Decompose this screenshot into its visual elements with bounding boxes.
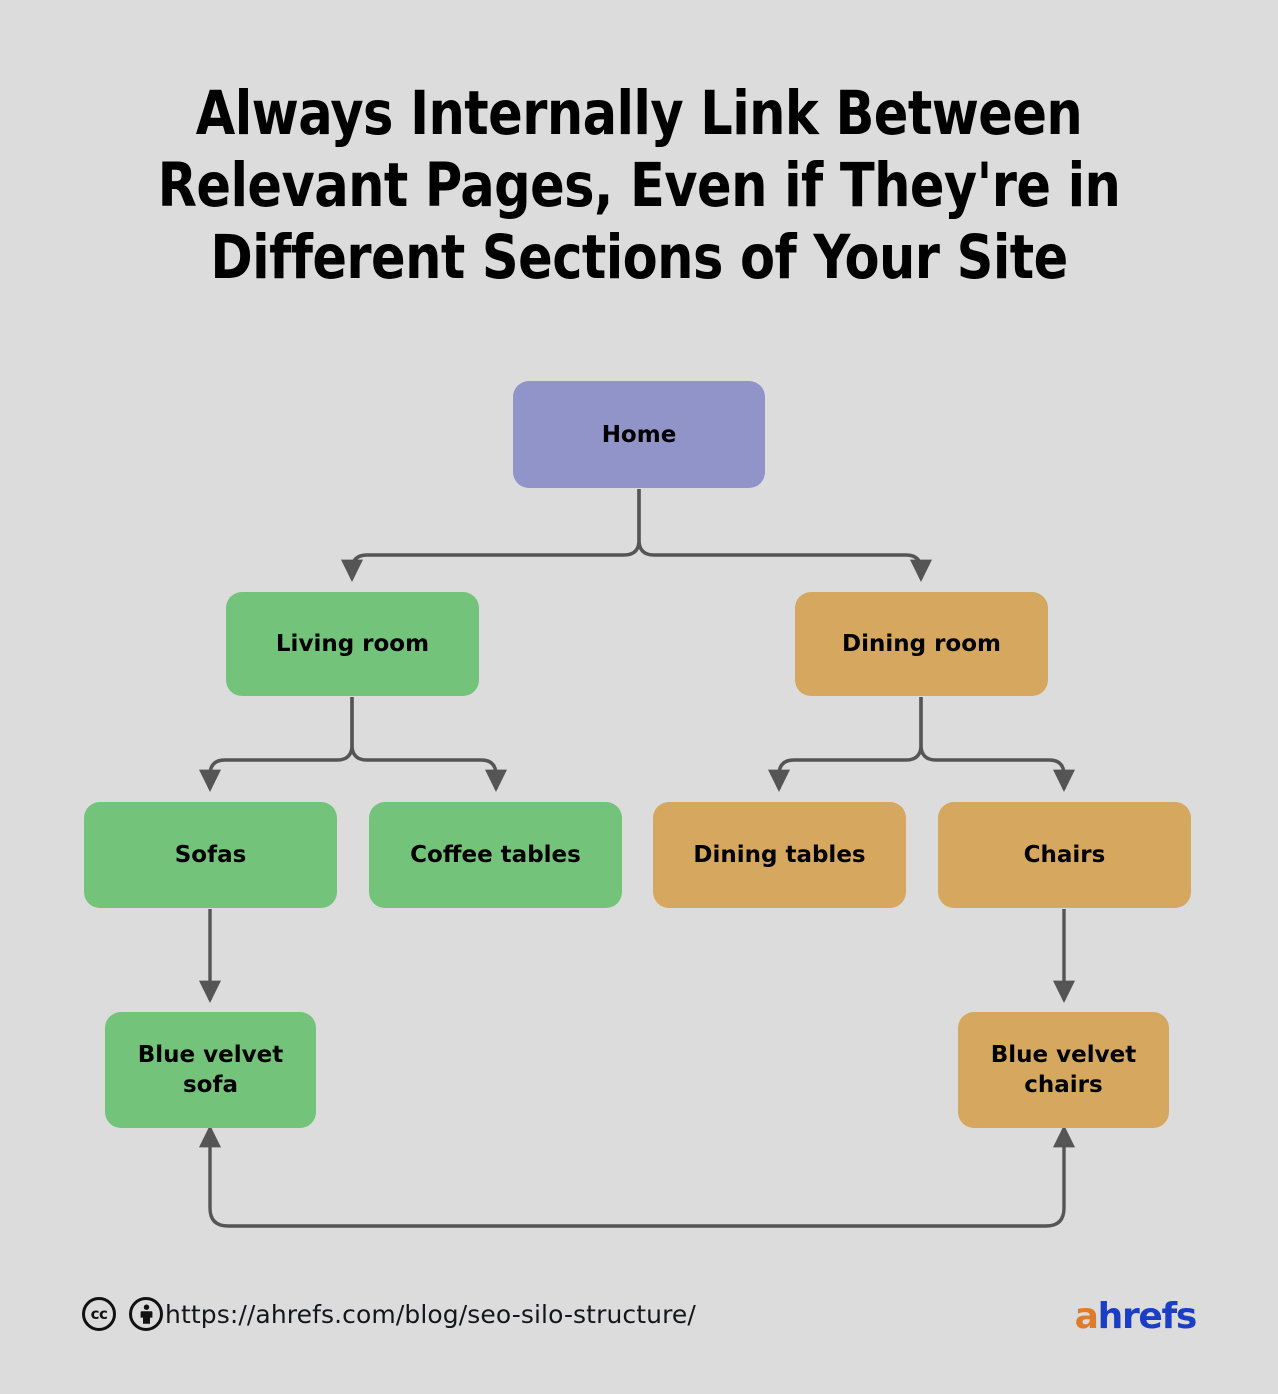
edge-dining-room-dining-tables: [767, 697, 923, 793]
source-url[interactable]: https://ahrefs.com/blog/seo-silo-structu…: [165, 1300, 696, 1329]
ahrefs-logo-rest: hrefs: [1097, 1296, 1198, 1337]
node-living-room[interactable]: Living room: [226, 592, 479, 696]
node-chairs[interactable]: Chairs: [938, 802, 1191, 908]
node-home-label: Home: [601, 421, 677, 448]
person-glyph-icon: [140, 1304, 152, 1324]
node-blue-velvet-chairs[interactable]: Blue velvet chairs: [958, 1012, 1169, 1128]
node-chairs-label: Chairs: [1023, 842, 1106, 868]
infographic-root: Always Internally Link Between Relevant …: [0, 0, 1278, 1394]
node-dining-tables-label: Dining tables: [693, 842, 866, 868]
ahrefs-logo-a: a: [1074, 1296, 1099, 1337]
node-dining-room-label: Dining room: [842, 631, 1001, 657]
diagram-edges: [198, 489, 1076, 1228]
node-dining-room[interactable]: Dining room: [795, 592, 1048, 696]
license-badges: cc: [82, 1297, 163, 1331]
edge-living-room-coffee-tables: [350, 697, 508, 793]
node-blue-velvet-chairs-label: Blue velvet chairs: [990, 1042, 1137, 1098]
ahrefs-logo[interactable]: ahrefs: [1074, 1296, 1198, 1338]
node-sofas-label: Sofas: [174, 842, 247, 868]
node-living-room-label: Living room: [275, 631, 430, 657]
edge-blue-velvet-sofa-blue-velvet-chairs: [198, 1124, 1076, 1228]
attribution-by-icon: [129, 1297, 163, 1331]
edge-dining-room-chairs: [919, 697, 1076, 793]
node-dining-tables[interactable]: Dining tables: [653, 802, 906, 908]
edge-home-dining-room: [637, 489, 933, 583]
node-blue-velvet-sofa[interactable]: Blue velvet sofa: [105, 1012, 316, 1128]
node-coffee-tables[interactable]: Coffee tables: [369, 802, 622, 908]
node-coffee-tables-label: Coffee tables: [410, 842, 581, 868]
diagram-canvas: Home Living room Dining room Sofas Coffe…: [0, 0, 1278, 1394]
creative-commons-icon: cc: [82, 1297, 116, 1331]
footer: cc https://ahrefs.com/blog/seo-silo-stru…: [0, 1296, 1278, 1360]
node-sofas[interactable]: Sofas: [84, 802, 337, 908]
creative-commons-icon-label: cc: [90, 1305, 108, 1323]
node-blue-velvet-sofa-label: Blue velvet sofa: [137, 1042, 284, 1098]
edge-home-living-room: [340, 489, 641, 583]
node-home[interactable]: Home: [513, 381, 765, 488]
edge-living-room-sofas: [198, 697, 354, 793]
